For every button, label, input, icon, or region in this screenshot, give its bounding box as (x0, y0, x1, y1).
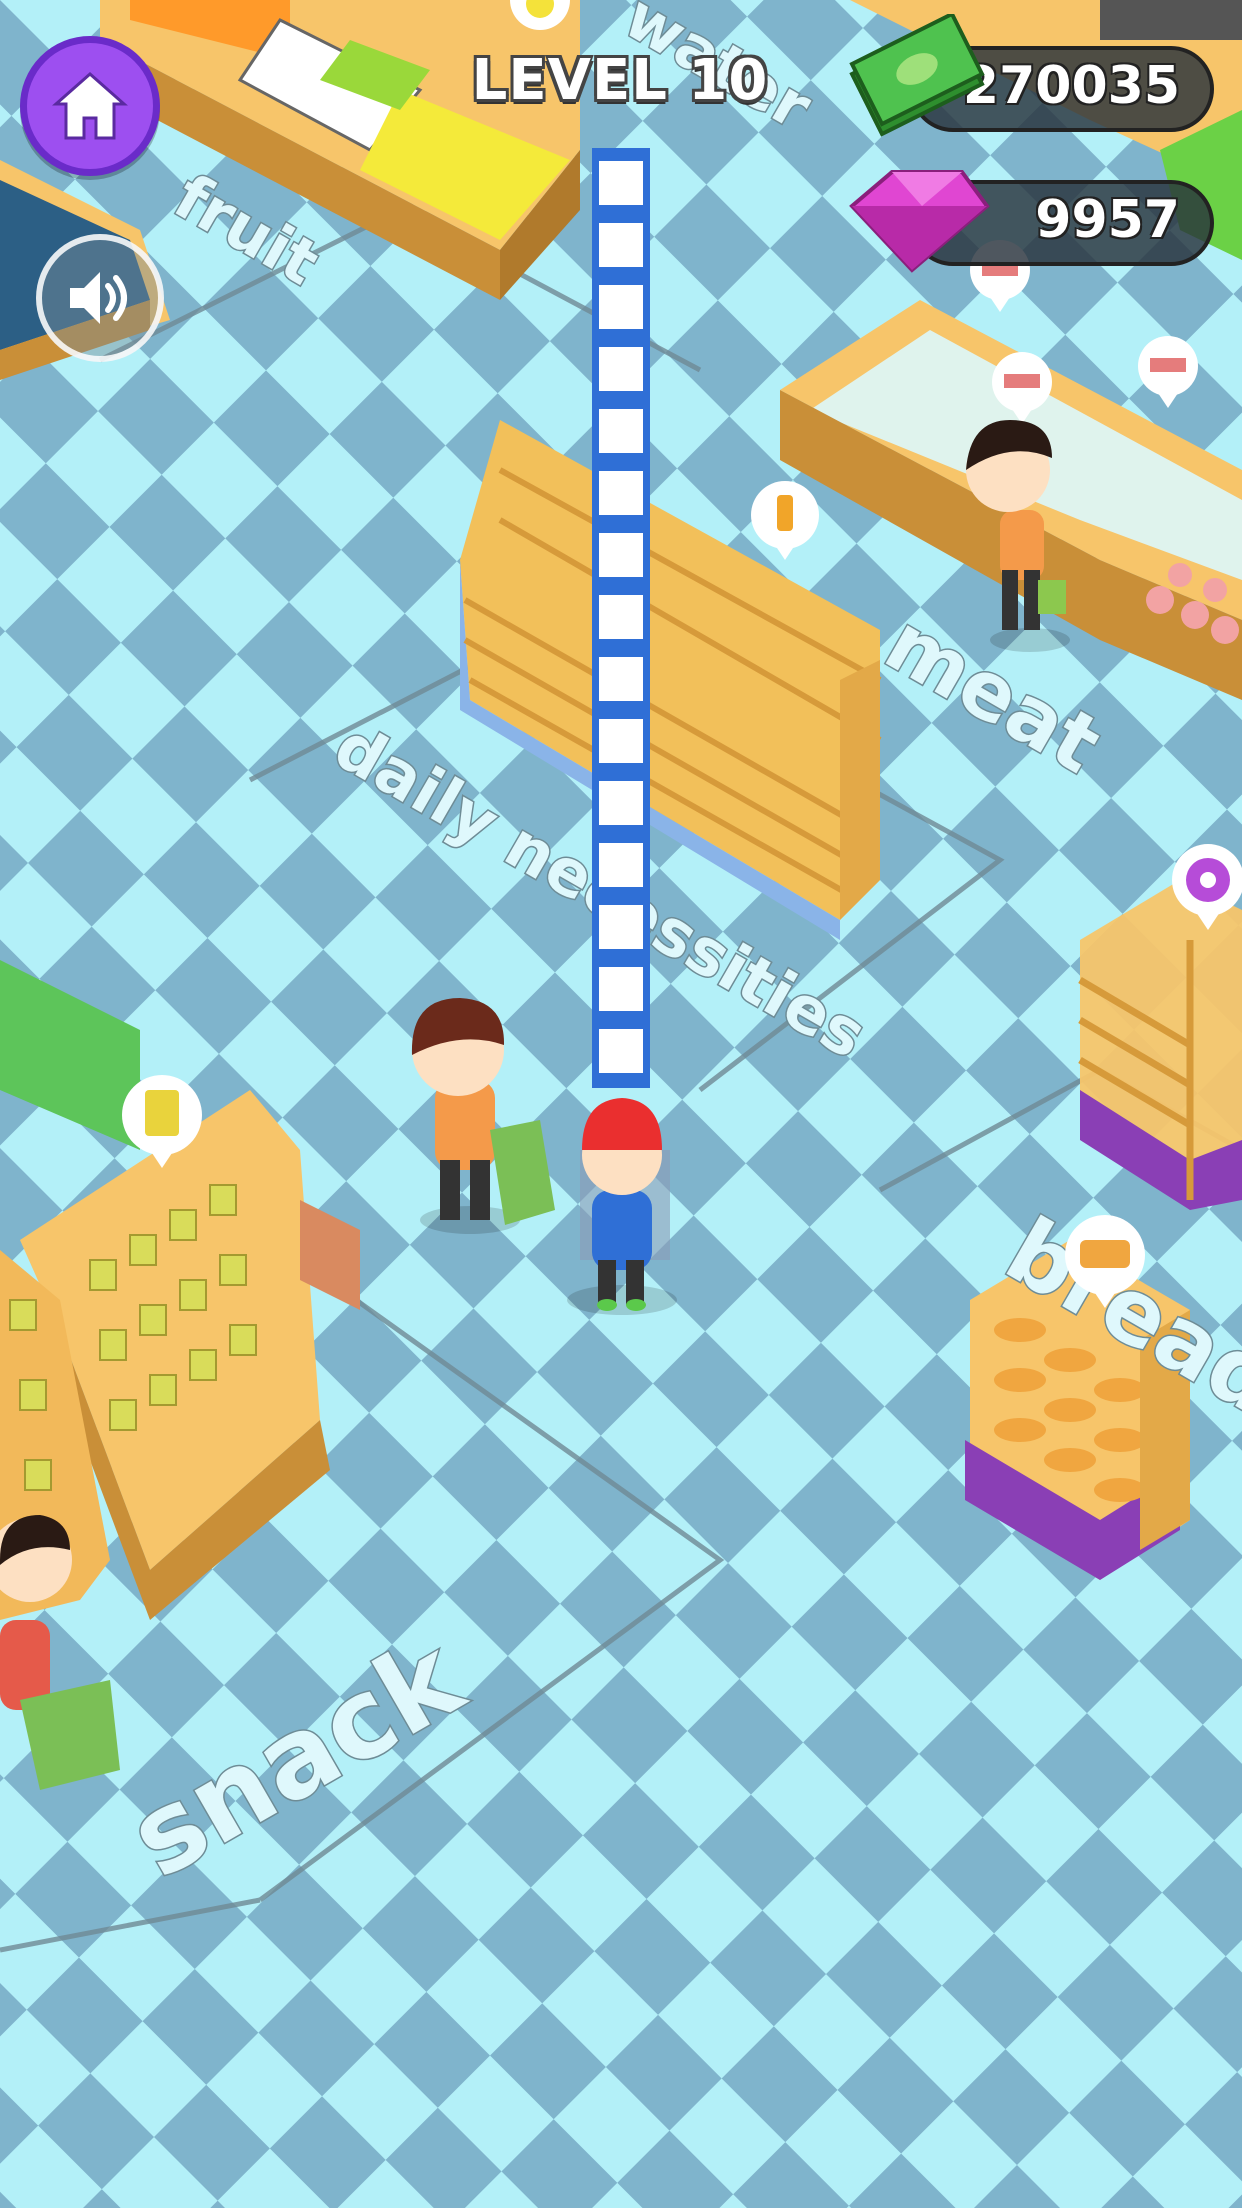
level-label: LEVEL 10 (471, 48, 769, 113)
speaker-icon (70, 272, 127, 324)
cash-stack-icon (849, 14, 985, 137)
sound-toggle-button[interactable] (36, 234, 164, 362)
cash-value: 270035 (962, 56, 1180, 116)
home-button[interactable] (20, 36, 160, 176)
home-icon (52, 71, 128, 140)
gem-value: 9957 (1035, 190, 1180, 250)
player-stack (592, 148, 650, 1088)
game-scene[interactable]: fruit water meat daily necessities bread… (0, 0, 1242, 2208)
pink-gem-icon (849, 170, 990, 273)
